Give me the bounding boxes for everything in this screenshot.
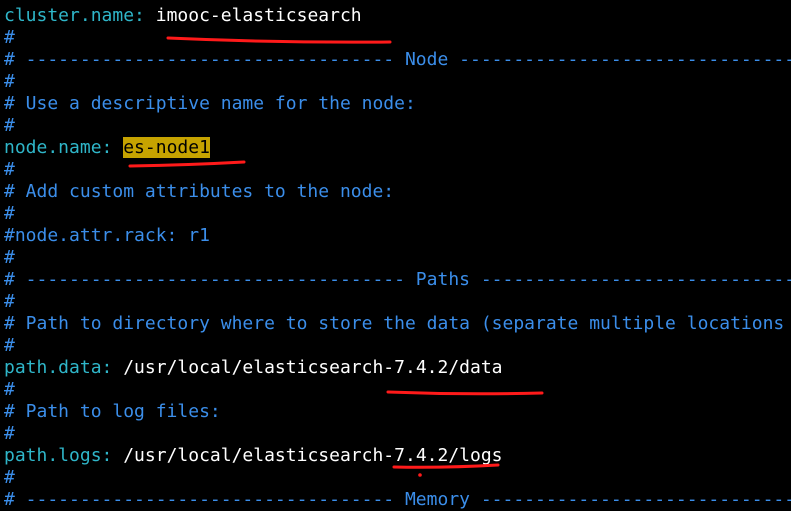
config-key: path.data: (4, 357, 113, 378)
comment-line: # (4, 203, 15, 224)
config-key: path.logs: (4, 445, 113, 466)
config-key: cluster.name: (4, 5, 145, 26)
config-value: /usr/local/elasticsearch-7.4.2/logs (123, 445, 503, 466)
config-line-cluster-name: cluster.name: imooc-elasticsearch (4, 5, 362, 27)
comment-line: # (4, 467, 15, 488)
config-value: /usr/local/elasticsearch-7.4.2/data (123, 357, 503, 378)
comment-line: # (4, 335, 15, 356)
comment-line: # (4, 291, 15, 312)
config-value: imooc-elasticsearch (155, 5, 362, 26)
red-annotation-layer (128, 36, 544, 477)
comment-line: # Add custom attributes to the node: (4, 181, 395, 202)
config-line-path-logs: path.logs: /usr/local/elasticsearch-7.4.… (4, 445, 503, 467)
comment-line: # (4, 71, 15, 92)
terminal-editor[interactable]: cluster.name: imooc-elasticsearch # # --… (0, 0, 791, 511)
search-highlight: es-node1 (123, 137, 210, 158)
comment-line: # (4, 247, 15, 268)
comment-line: # (4, 115, 15, 136)
comment-line: # Path to directory where to store the d… (4, 313, 785, 334)
comment-line: # (4, 379, 15, 400)
config-line-path-data: path.data: /usr/local/elasticsearch-7.4.… (4, 357, 503, 379)
comment-line: # (4, 27, 15, 48)
section-header-paths: # ----------------------------------- Pa… (4, 269, 791, 290)
red-underline-node-name (128, 160, 246, 168)
config-line-node-name: node.name: es-node1 (4, 137, 210, 159)
section-header-node: # ---------------------------------- Nod… (4, 49, 791, 70)
comment-line: # Use a descriptive name for the node: (4, 93, 416, 114)
red-underline-path-data (386, 390, 544, 396)
red-dot-mark (418, 473, 422, 477)
red-underline-cluster-name (166, 36, 392, 44)
section-header-memory: # ---------------------------------- Mem… (4, 489, 791, 510)
comment-line: # (4, 423, 15, 444)
comment-line: # Path to log files: (4, 401, 221, 422)
comment-line: #node.attr.rack: r1 (4, 225, 210, 246)
comment-line: # (4, 159, 15, 180)
config-key: node.name: (4, 137, 113, 158)
